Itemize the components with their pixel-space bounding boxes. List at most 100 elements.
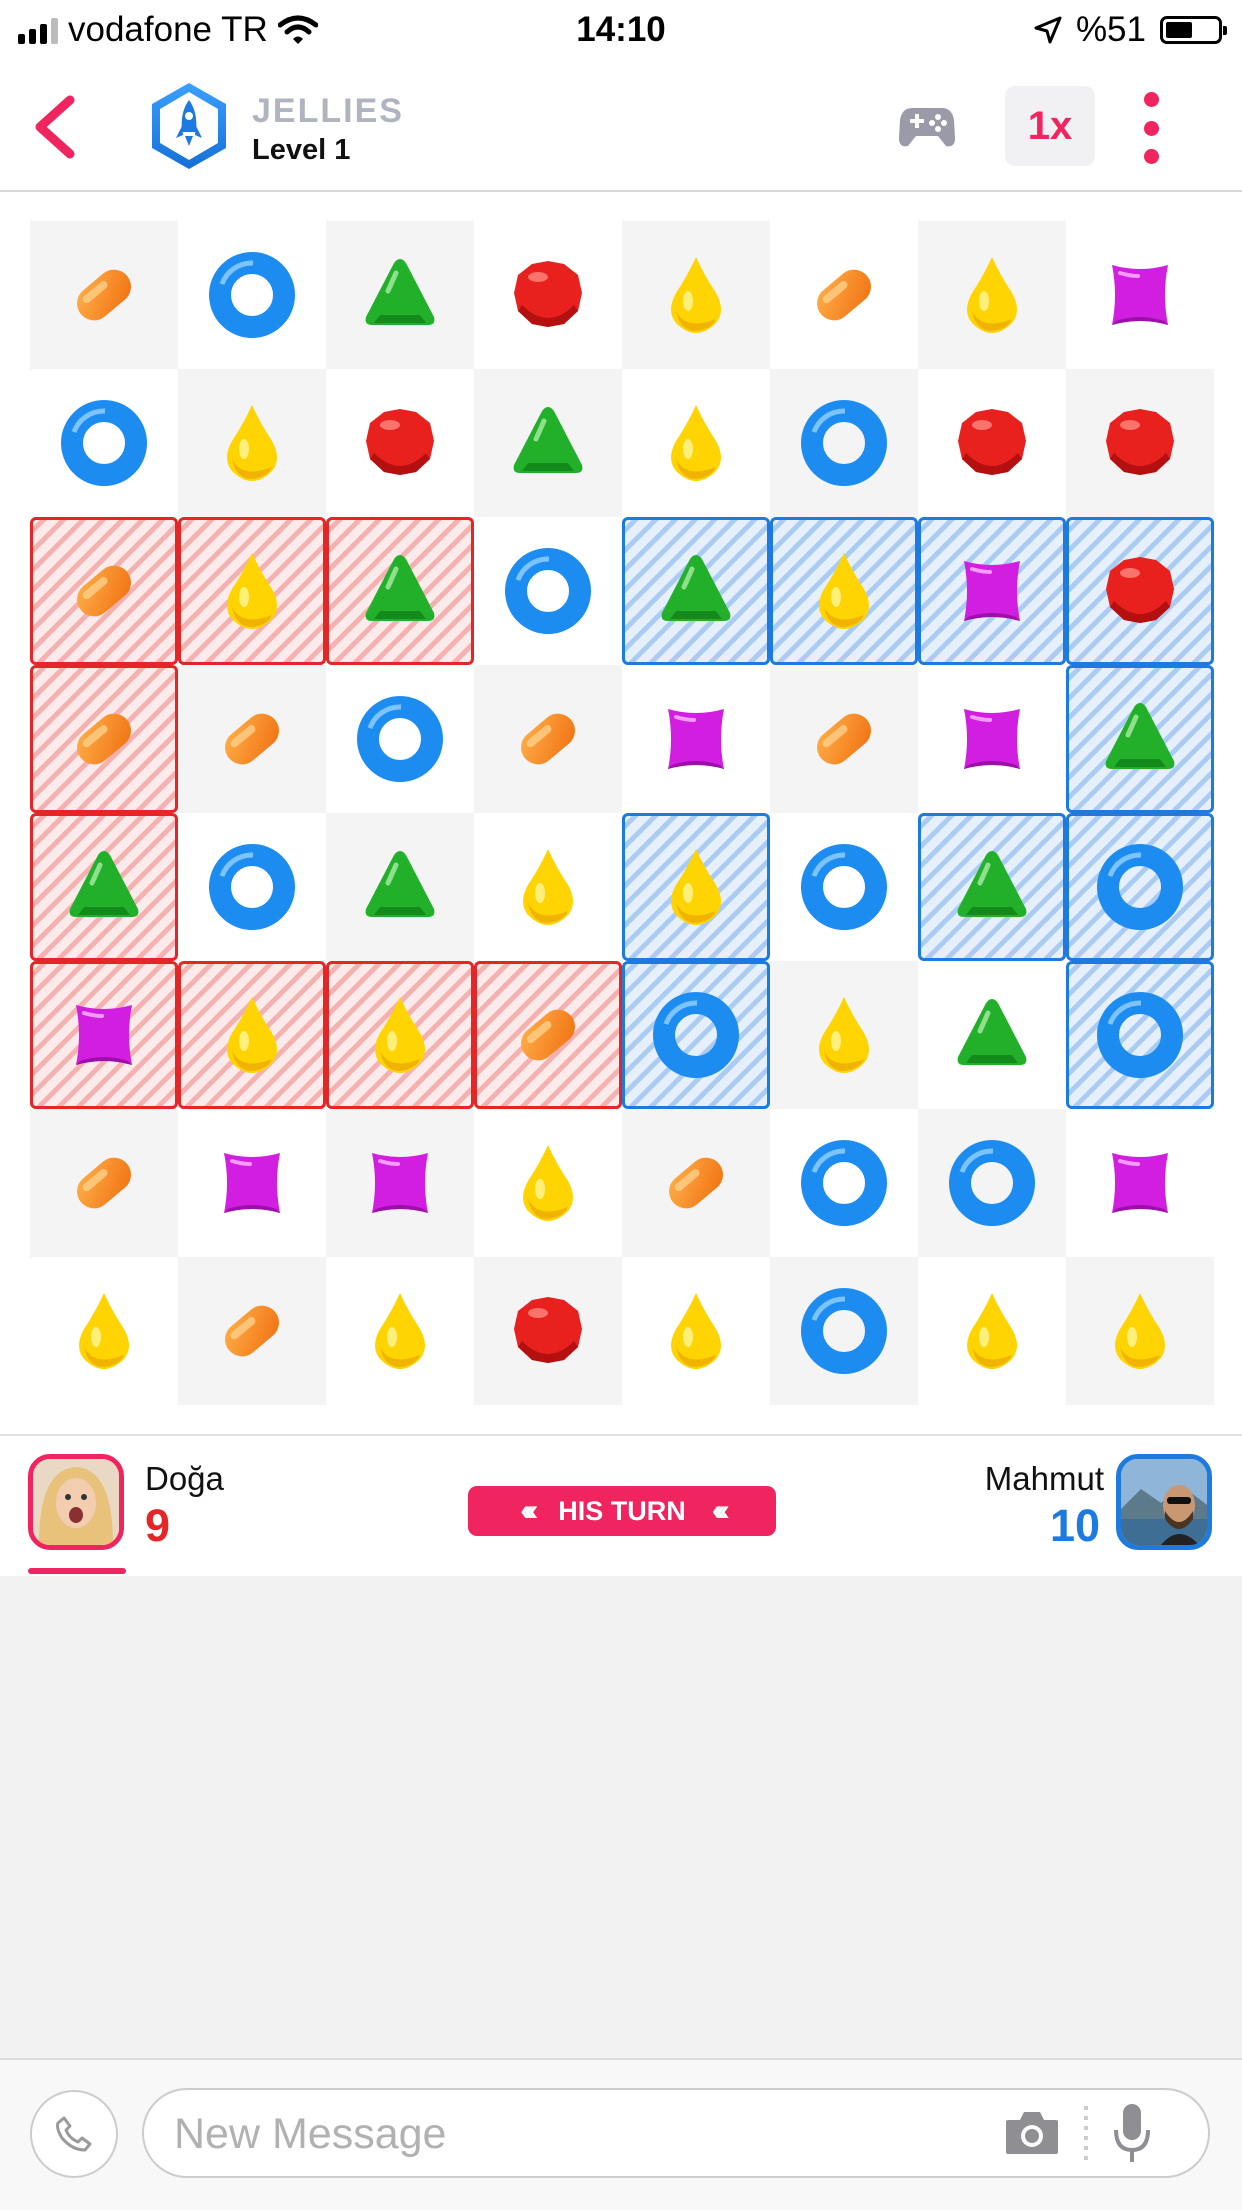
camera-icon[interactable] (1004, 2108, 1060, 2158)
player-score-left: 9 (145, 1500, 171, 1551)
board-cell[interactable] (326, 665, 474, 813)
gamepad-icon[interactable] (898, 102, 956, 150)
player-avatar-left[interactable] (28, 1454, 124, 1550)
board-cell[interactable] (918, 813, 1066, 961)
board-cell[interactable] (1066, 961, 1214, 1109)
board-cell[interactable] (1066, 1257, 1214, 1405)
yellow-candy-icon (671, 849, 721, 925)
board-cell[interactable] (178, 1109, 326, 1257)
board-cell[interactable] (770, 369, 918, 517)
red-candy-icon (366, 409, 434, 475)
board-cell[interactable] (770, 961, 918, 1109)
board-cell[interactable] (622, 665, 770, 813)
chat-area (0, 1576, 1242, 2058)
board-cell[interactable] (326, 221, 474, 369)
board-cell[interactable] (30, 369, 178, 517)
board-cell[interactable] (622, 961, 770, 1109)
green-candy-icon (957, 851, 1027, 917)
board-cell[interactable] (622, 369, 770, 517)
board-cell[interactable] (30, 1109, 178, 1257)
green-candy-icon (69, 851, 139, 917)
board-cell[interactable] (622, 517, 770, 665)
board-cell[interactable] (326, 961, 474, 1109)
phone-button[interactable] (30, 2090, 118, 2178)
board-cell[interactable] (326, 1257, 474, 1405)
yellow-candy-icon (227, 553, 277, 629)
speed-button[interactable]: 1x (1005, 86, 1095, 166)
board-cell[interactable] (770, 1257, 918, 1405)
board-cell[interactable] (178, 1257, 326, 1405)
board-cell[interactable] (918, 517, 1066, 665)
message-placeholder: New Message (174, 2110, 447, 2158)
board-cell[interactable] (622, 221, 770, 369)
board-cell[interactable] (770, 517, 918, 665)
board-cell[interactable] (918, 961, 1066, 1109)
purple-candy-icon (668, 709, 724, 769)
board-cell[interactable] (178, 369, 326, 517)
blue-candy-icon (801, 844, 887, 930)
board-cell[interactable] (474, 1109, 622, 1257)
board-cell[interactable] (918, 369, 1066, 517)
board-cell[interactable] (770, 665, 918, 813)
back-chevron-icon[interactable] (30, 92, 80, 162)
board-cell[interactable] (178, 961, 326, 1109)
board-cell[interactable] (622, 813, 770, 961)
input-divider (1084, 2106, 1088, 2162)
board-cell[interactable] (770, 221, 918, 369)
board-cell[interactable] (1066, 665, 1214, 813)
blue-candy-icon (949, 1140, 1035, 1226)
board-cell[interactable] (178, 517, 326, 665)
board-cell[interactable] (30, 813, 178, 961)
board-cell[interactable] (918, 665, 1066, 813)
board-cell[interactable] (622, 1109, 770, 1257)
battery-percentage: %51 (1075, 10, 1146, 49)
board-cell[interactable] (1066, 813, 1214, 961)
blue-candy-icon (209, 844, 295, 930)
board-cell[interactable] (326, 1109, 474, 1257)
board-cell[interactable] (770, 1109, 918, 1257)
yellow-candy-icon (671, 257, 721, 333)
blue-candy-icon (1097, 844, 1183, 930)
message-input[interactable]: New Message (142, 2088, 1210, 2178)
board-cell[interactable] (918, 1257, 1066, 1405)
board-cell[interactable] (30, 517, 178, 665)
turn-banner: ‹‹‹ HIS TURN ‹‹‹ (468, 1486, 776, 1536)
board-cell[interactable] (474, 517, 622, 665)
green-candy-icon (1105, 703, 1175, 769)
board-cell[interactable] (1066, 517, 1214, 665)
board-cell[interactable] (474, 221, 622, 369)
orange-candy-icon (521, 1009, 575, 1061)
board-cell[interactable] (326, 517, 474, 665)
board-cell[interactable] (178, 813, 326, 961)
yellow-candy-icon (819, 997, 869, 1073)
turn-label: HIS TURN (558, 1495, 686, 1526)
green-candy-icon (365, 259, 435, 325)
orange-candy-icon (77, 565, 131, 617)
board-cell[interactable] (30, 221, 178, 369)
blue-candy-icon (61, 400, 147, 486)
more-options-icon[interactable] (1136, 92, 1166, 164)
board-cell[interactable] (622, 1257, 770, 1405)
board-cell[interactable] (474, 961, 622, 1109)
board-cell[interactable] (178, 665, 326, 813)
blue-candy-icon (801, 1140, 887, 1226)
board-cell[interactable] (30, 665, 178, 813)
board-cell[interactable] (474, 369, 622, 517)
board-cell[interactable] (918, 1109, 1066, 1257)
board-cell[interactable] (1066, 369, 1214, 517)
board-cell[interactable] (30, 1257, 178, 1405)
board-cell[interactable] (178, 221, 326, 369)
board-cell[interactable] (918, 221, 1066, 369)
board-cell[interactable] (326, 369, 474, 517)
board-cell[interactable] (326, 813, 474, 961)
board-cell[interactable] (474, 665, 622, 813)
board-cell[interactable] (1066, 1109, 1214, 1257)
player-avatar-right[interactable] (1116, 1454, 1212, 1550)
board-cell[interactable] (474, 813, 622, 961)
board-cell[interactable] (474, 1257, 622, 1405)
board-cell[interactable] (30, 961, 178, 1109)
board-cell[interactable] (770, 813, 918, 961)
microphone-icon[interactable] (1112, 2102, 1152, 2166)
message-bar: New Message (0, 2058, 1242, 2210)
board-cell[interactable] (1066, 221, 1214, 369)
